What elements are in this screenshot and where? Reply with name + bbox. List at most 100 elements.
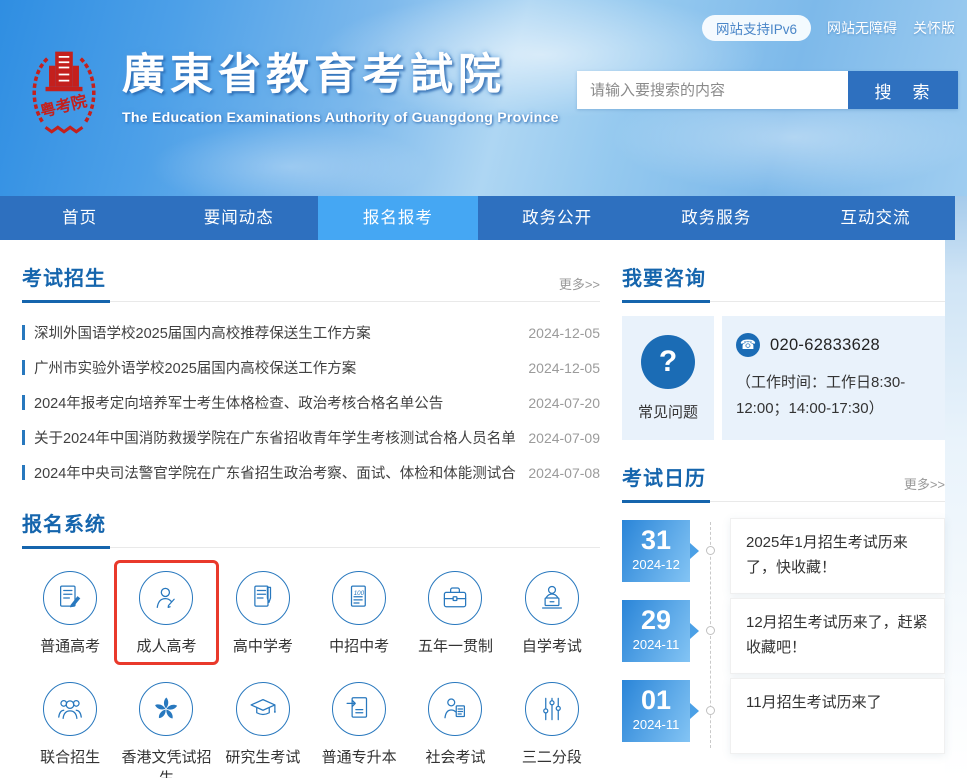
registration-systems-grid: 普通高考 成人高考 高中学考 100 中招中考 [22,564,600,778]
system-item-postgraduate[interactable]: 研究生考试 [215,675,311,778]
main-nav: 首页 要闻动态 报名报考 政务公开 政务服务 互动交流 [0,196,955,240]
systems-title: 报名系统 [22,508,110,549]
care-version-link[interactable]: 关怀版 [913,18,955,38]
calendar-card[interactable]: 2025年1月招生考试历来了，快收藏！ [730,518,945,594]
document-pen-icon [248,583,278,613]
news-date: 2024-12-05 [528,360,600,376]
consult-cards: ? 常见问题 ☎ 020-62833628 （工作时间：工作日8:30-12:0… [622,316,945,440]
news-date: 2024-07-08 [528,465,600,481]
system-item-social-exam[interactable]: 社会考试 [407,675,503,778]
adult-person-icon [151,583,181,613]
emblem-text: 粤考院 [38,91,89,121]
system-item-zhuanshengben[interactable]: 普通专升本 [311,675,407,778]
news-date: 2024-07-20 [528,395,600,411]
faq-card[interactable]: ? 常见问题 [622,316,714,440]
site-logo-emblem[interactable]: 粤考院 [20,44,108,142]
brand-block: 粤考院 廣東省教育考試院 The Education Examinations … [20,44,559,142]
nav-item-gov-disclosure[interactable]: 政务公开 [478,196,637,240]
search-bar: 搜 索 [577,71,958,109]
news-title: 深圳外国语学校2025届国内高校推荐保送生工作方案 [34,322,516,343]
calendar-item: 01 2024-11 11月招生考试历来了 [622,678,945,754]
site-title: 廣東省教育考試院 [122,54,559,97]
calendar-item: 31 2024-12 2025年1月招生考试历来了，快收藏！ [622,518,945,594]
system-item-zhongkao[interactable]: 100 中招中考 [311,564,407,661]
news-item[interactable]: 广州市实验外语学校2025届国内高校保送工作方案 2024-12-05 [22,350,600,385]
bullet-bar-icon [22,430,25,445]
faq-label: 常见问题 [638,401,698,422]
question-mark-icon: ? [641,335,695,389]
news-item[interactable]: 2024年报考定向培养军士考生体格检查、政治考核合格名单公告 2024-07-2… [22,385,600,420]
site-subtitle: The Education Examinations Authority of … [122,110,559,126]
site-header: 网站支持IPv6 网站无障碍 关怀版 粤考院 廣東省教育考試院 The Educ… [0,0,967,196]
system-item-hk-dse[interactable]: 香港文凭试招生 [118,675,214,778]
document-arrow-icon [344,694,374,724]
system-item-gaokao[interactable]: 普通高考 [22,564,118,661]
news-item[interactable]: 关于2024年中国消防救援学院在广东省招收青年学生考核测试合格人员名单... 2… [22,420,600,455]
bullet-bar-icon [22,465,25,480]
exam-news-more-link[interactable]: 更多>> [559,274,600,301]
search-input[interactable] [577,71,848,109]
calendar-list: 31 2024-12 2025年1月招生考试历来了，快收藏！ 29 2024-1… [622,518,945,754]
consult-header: 我要咨询 [622,264,945,302]
search-button[interactable]: 搜 索 [848,71,958,109]
sliders-icon [537,694,567,724]
nav-item-registration[interactable]: 报名报考 [318,196,477,240]
score-sheet-icon: 100 [344,583,374,613]
calendar-more-link[interactable]: 更多>> [904,474,945,501]
news-date: 2024-07-09 [528,430,600,446]
news-title: 关于2024年中国消防救援学院在广东省招收青年学生考核测试合格人员名单... [34,427,516,448]
news-title: 2024年报考定向培养军士考生体格检查、政治考核合格名单公告 [34,392,516,413]
nav-item-gov-services[interactable]: 政务服务 [637,196,796,240]
ipv6-badge[interactable]: 网站支持IPv6 [702,15,811,41]
phone-icon: ☎ [736,333,760,357]
left-column: 考试招生 更多>> 深圳外国语学校2025届国内高校推荐保送生工作方案 2024… [22,264,600,778]
graduation-cap-icon [248,694,278,724]
news-title: 广州市实验外语学校2025届国内高校保送工作方案 [34,357,516,378]
timeline-node-icon [706,706,715,715]
briefcase-icon [440,583,470,613]
right-column: 我要咨询 ? 常见问题 ☎ 020-62833628 （工作时间：工作日8:30… [622,264,945,778]
date-badge: 01 2024-11 [622,680,690,742]
person-document-icon [440,694,470,724]
timeline-node-icon [706,546,715,555]
phone-number: 020-62833628 [770,336,880,355]
phone-card: ☎ 020-62833628 （工作时间：工作日8:30-12:00；14:00… [722,316,945,440]
system-item-joint-admission[interactable]: 联合招生 [22,675,118,778]
system-item-self-study[interactable]: 自学考试 [504,564,600,661]
date-badge: 31 2024-12 [622,520,690,582]
calendar-header: 考试日历 更多>> [622,464,945,502]
nav-item-interaction[interactable]: 互动交流 [796,196,955,240]
calendar-card[interactable]: 12月招生考试历来了，赶紧收藏吧！ [730,598,945,674]
nav-item-news[interactable]: 要闻动态 [159,196,318,240]
accessibility-link[interactable]: 网站无障碍 [827,18,897,38]
document-pencil-icon [55,583,85,613]
bauhinia-flower-icon [151,694,181,724]
exam-news-list: 深圳外国语学校2025届国内高校推荐保送生工作方案 2024-12-05 广州市… [22,315,600,490]
bullet-bar-icon [22,395,25,410]
system-item-three-two[interactable]: 三二分段 [504,675,600,778]
nav-item-home[interactable]: 首页 [0,196,159,240]
news-date: 2024-12-05 [528,325,600,341]
main-content: 考试招生 更多>> 深圳外国语学校2025届国内高校推荐保送生工作方案 2024… [0,240,967,778]
exam-news-header: 考试招生 更多>> [22,264,600,302]
people-group-icon [55,694,85,724]
system-item-high-school-exam[interactable]: 高中学考 [215,564,311,661]
self-study-laptop-icon [537,583,567,613]
svg-text:100: 100 [354,590,365,597]
news-title: 2024年中央司法警官学院在广东省招生政治考察、面试、体检和体能测试合... [34,462,516,483]
bullet-bar-icon [22,360,25,375]
news-item[interactable]: 2024年中央司法警官学院在广东省招生政治考察、面试、体检和体能测试合... 2… [22,455,600,490]
system-item-adult-gaokao[interactable]: 成人高考 [118,564,214,661]
calendar-title: 考试日历 [622,462,710,503]
working-hours: （工作时间：工作日8:30-12:00；14:00-17:30） [736,370,931,423]
header-top-links: 网站支持IPv6 网站无障碍 关怀版 [702,15,955,41]
consult-title: 我要咨询 [622,262,710,303]
exam-news-title: 考试招生 [22,262,110,303]
bullet-bar-icon [22,325,25,340]
calendar-item: 29 2024-11 12月招生考试历来了，赶紧收藏吧！ [622,598,945,674]
systems-header: 报名系统 [22,510,600,548]
news-item[interactable]: 深圳外国语学校2025届国内高校推荐保送生工作方案 2024-12-05 [22,315,600,350]
calendar-card[interactable]: 11月招生考试历来了 [730,678,945,754]
timeline-node-icon [706,626,715,635]
system-item-five-year[interactable]: 五年一贯制 [407,564,503,661]
